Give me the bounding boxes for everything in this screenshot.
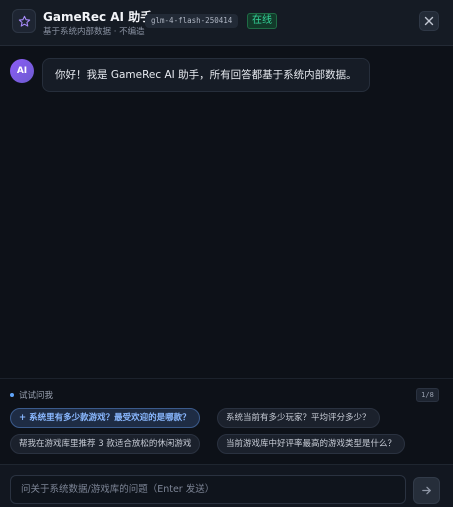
- suggestion-chip[interactable]: + 系统里有多少款游戏？最受欢迎的是哪款？: [10, 408, 200, 428]
- plus-icon: +: [19, 413, 27, 423]
- suggestions-panel: 试试问我 1/8 + 系统里有多少款游戏？最受欢迎的是哪款？ 系统当前有多少玩家？…: [0, 378, 453, 464]
- suggestion-chip-label: 系统当前有多少玩家？平均评分多少？: [226, 413, 371, 423]
- chat-header: GameRec AI 助手 基于系统内部数据 · 不编造 glm-4-flash…: [0, 0, 453, 46]
- suggestions-label: 试试问我: [19, 391, 54, 401]
- suggestion-chip-label: 帮我在游戏库里推荐 3 款适合放松的休闲游戏: [19, 439, 192, 449]
- assistant-message: 你好！我是 GameRec AI 助手，所有回答都基于系统内部数据。: [42, 58, 370, 92]
- suggestion-chip[interactable]: 系统当前有多少玩家？平均评分多少？: [217, 408, 380, 428]
- suggestions-dot-icon: [10, 393, 14, 397]
- star-icon: [12, 9, 36, 33]
- assistant-subtitle: 基于系统内部数据 · 不编造: [43, 27, 145, 37]
- close-button[interactable]: [419, 11, 439, 31]
- assistant-title: GameRec AI 助手: [43, 10, 153, 24]
- suggestion-chip[interactable]: 帮我在游戏库里推荐 3 款适合放松的休闲游戏: [10, 434, 201, 454]
- suggestions-counter: 1/8: [416, 388, 439, 402]
- input-bar: [0, 464, 453, 507]
- arrow-right-icon: [422, 486, 431, 495]
- chat-input[interactable]: [10, 475, 406, 504]
- suggestion-chip-label: 当前游戏库中好评率最高的游戏类型是什么？: [226, 439, 397, 449]
- suggestion-chip[interactable]: 当前游戏库中好评率最高的游戏类型是什么？: [217, 434, 406, 454]
- ai-avatar: AI: [10, 59, 34, 83]
- status-badge: 在线: [247, 13, 277, 29]
- model-badge: glm-4-flash-250414: [145, 14, 239, 28]
- chat-panel: GameRec AI 助手 基于系统内部数据 · 不编造 glm-4-flash…: [0, 0, 453, 507]
- suggestion-chip-label: 系统里有多少款游戏？最受欢迎的是哪款？: [29, 413, 191, 423]
- send-button[interactable]: [413, 477, 440, 504]
- close-icon: [424, 16, 434, 26]
